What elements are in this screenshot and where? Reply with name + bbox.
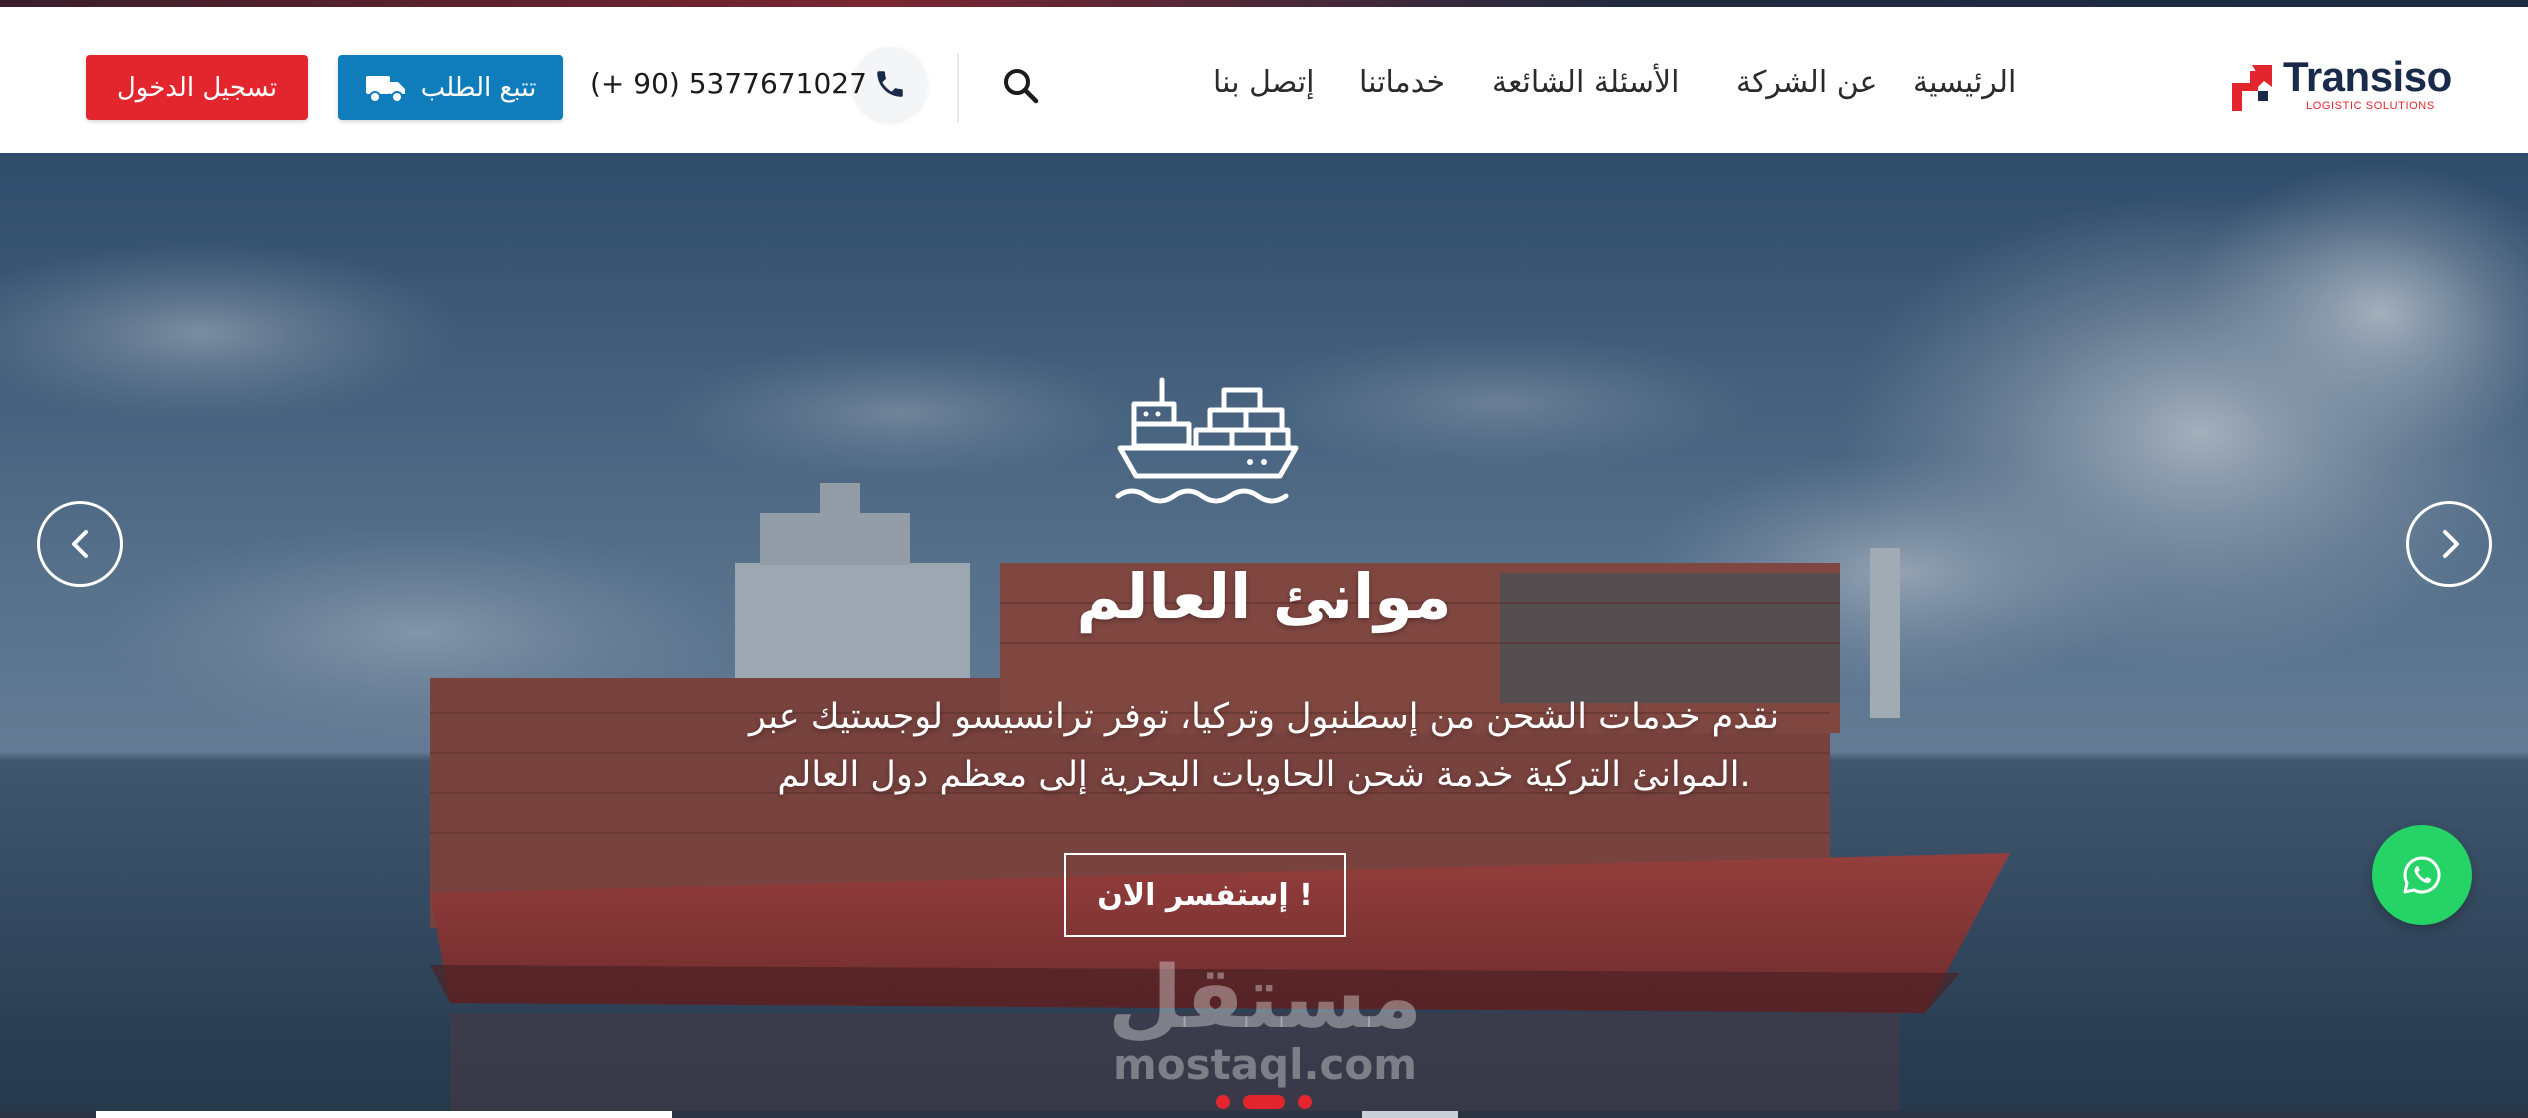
search-button[interactable] — [1000, 65, 1042, 107]
nav-item-services[interactable]: خدماتنا — [1359, 65, 1445, 100]
transiso-logo-mark-icon — [2232, 65, 2272, 111]
nav-item-contact[interactable]: إتصل بنا — [1213, 65, 1315, 100]
slider-dots — [1216, 1095, 1316, 1109]
slider-dot-1[interactable] — [1216, 1095, 1230, 1109]
inquire-now-button[interactable]: إستفسر الان ! — [1064, 853, 1346, 937]
bottom-progress-bar — [0, 1111, 2528, 1118]
site-header: Transiso LOGISTIC SOLUTIONS الرئيسية عن … — [0, 7, 2528, 153]
phone-icon — [877, 71, 903, 97]
nav-item-about[interactable]: عن الشركة — [1736, 65, 1877, 100]
hero-description-line-2: الموانئ التركية خدمة شحن الحاويات البحري… — [777, 755, 1751, 795]
track-order-button[interactable]: تتبع الطلب — [338, 55, 563, 120]
slider-prev-button[interactable] — [37, 501, 123, 587]
top-accent-strip — [0, 0, 2528, 7]
chevron-right-icon — [2443, 530, 2459, 558]
bottom-progress-segment — [96, 1111, 672, 1118]
hero-description-line-1: نقدم خدمات الشحن من إسطنبول وتركيا، توفر… — [748, 697, 1780, 737]
watermark-latin: mostaql.com — [1113, 1040, 1417, 1089]
phone-number[interactable]: (+ 90) 5377671027 — [590, 67, 867, 100]
cargo-ship-icon — [1115, 377, 1299, 504]
chevron-left-icon — [72, 530, 88, 558]
whatsapp-button[interactable] — [2372, 825, 2472, 925]
truck-icon — [365, 75, 405, 103]
search-icon — [1004, 69, 1039, 104]
hero-slider: موانئ العالم نقدم خدمات الشحن من إسطنبول… — [0, 153, 2528, 1118]
slider-dot-3[interactable] — [1298, 1095, 1312, 1109]
brand-logo[interactable]: Transiso LOGISTIC SOLUTIONS — [2228, 53, 2452, 119]
brand-name: Transiso — [2283, 53, 2452, 100]
main-nav: الرئيسية عن الشركة الأسئلة الشائعة خدمات… — [1200, 65, 2020, 109]
hero-title: موانئ العالم — [1076, 560, 1452, 633]
login-button[interactable]: تسجيل الدخول — [86, 55, 308, 120]
login-label: تسجيل الدخول — [116, 72, 278, 103]
brand-tagline: LOGISTIC SOLUTIONS — [2306, 100, 2435, 112]
hero-description: نقدم خدمات الشحن من إسطنبول وتركيا، توفر… — [0, 688, 2528, 804]
slider-next-button[interactable] — [2406, 501, 2492, 587]
nav-item-faq[interactable]: الأسئلة الشائعة — [1492, 65, 1679, 100]
header-divider — [957, 53, 959, 123]
slider-dot-2[interactable] — [1243, 1095, 1285, 1109]
bottom-progress-segment-secondary — [1362, 1111, 1458, 1118]
nav-item-home[interactable]: الرئيسية — [1913, 65, 2016, 100]
watermark-arabic: مستقل — [1107, 948, 1423, 1048]
mostaql-watermark: مستقل mostaql.com — [1100, 948, 1430, 1088]
track-order-label: تتبع الطلب — [420, 72, 537, 103]
whatsapp-icon — [2403, 856, 2441, 894]
